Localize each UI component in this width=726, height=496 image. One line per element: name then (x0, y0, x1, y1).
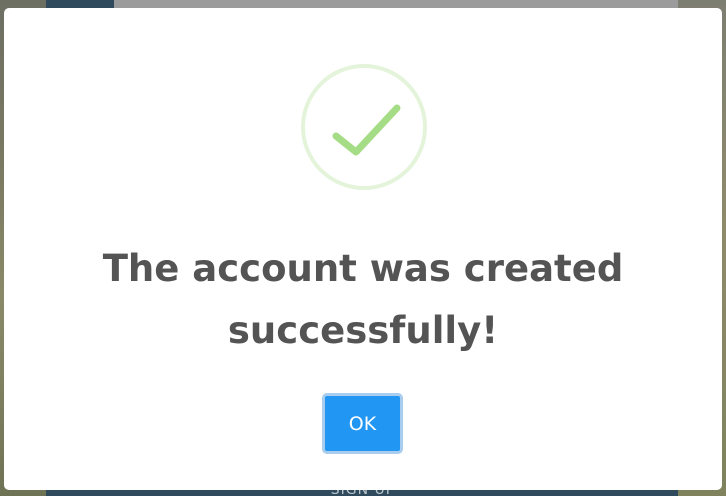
ok-button[interactable]: OK (322, 393, 403, 454)
success-message: The account was created successfully! (102, 247, 624, 352)
success-dialog: The account was created successfully! OK (4, 8, 722, 490)
background-panel-header (46, 0, 114, 8)
success-check-circle (301, 64, 427, 190)
check-icon (332, 104, 401, 156)
